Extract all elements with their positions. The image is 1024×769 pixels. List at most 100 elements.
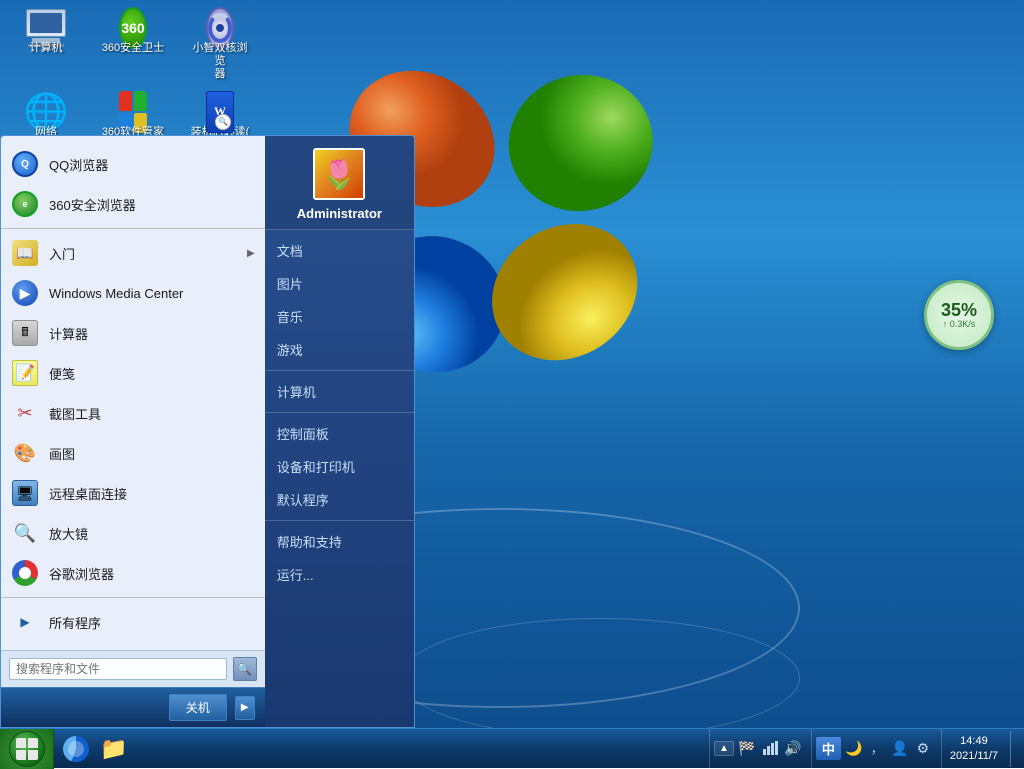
computer-label: 计算机 — [30, 42, 63, 55]
network-icon: 🌐 — [32, 98, 60, 126]
taskbar-explorer[interactable]: 📁 — [96, 732, 132, 766]
remote-icon: 🖥 — [11, 479, 39, 507]
360soft-icon — [119, 98, 147, 126]
start-item-notepad[interactable]: 📝 便笺 — [1, 353, 265, 393]
taskbar: 📁 ▲ 🏁 🔊 — [0, 728, 1024, 768]
snipping-icon: ✂ — [11, 399, 39, 427]
start-item-wmc[interactable]: ▶ Windows Media Center — [1, 273, 265, 313]
right-divider-2 — [265, 412, 414, 413]
tray-clock-section: 14:49 2021/11/7 — [941, 729, 1006, 768]
wmc-label: Windows Media Center — [49, 286, 255, 301]
shutdown-arrow-button[interactable]: ▶ — [235, 696, 255, 720]
right-item-pictures[interactable]: 图片 — [265, 267, 414, 300]
user-avatar[interactable]: 🌷 — [313, 148, 365, 200]
calculator-label: 计算器 — [49, 324, 255, 343]
right-divider-3 — [265, 520, 414, 521]
desktop-icon-360guard[interactable]: 360 360安全卫士 — [97, 10, 169, 86]
computer-icon — [32, 14, 60, 42]
right-item-control-panel[interactable]: 控制面板 — [265, 417, 414, 450]
tray-punctuation-icon: ， — [867, 739, 887, 759]
360-browser-label: 360安全浏览器 — [49, 195, 255, 214]
getting-started-icon: 📖 — [11, 239, 39, 267]
qq-browser-label: QQ浏览器 — [49, 155, 255, 174]
user-name: Administrator — [297, 206, 382, 221]
right-item-run[interactable]: 运行... — [265, 558, 414, 591]
notepad-icon: 📝 — [11, 359, 39, 387]
start-item-qq-browser[interactable]: Q QQ浏览器 — [1, 144, 265, 184]
start-menu-right: 🌷 Administrator 文档 图片 音乐 游戏 计算机 控制面板 设备和… — [265, 136, 414, 727]
qzhi-label: 小智双核浏览 器 — [188, 42, 252, 82]
taskbar-items: 📁 — [54, 732, 701, 766]
360-browser-icon: e — [11, 190, 39, 218]
all-programs-icon: ▶ — [11, 608, 39, 636]
chrome-label: 谷歌浏览器 — [49, 564, 255, 583]
search-input[interactable] — [9, 658, 227, 680]
start-items-list: Q QQ浏览器 e 360安全浏览器 📖 — [1, 136, 265, 650]
remote-label: 远程桌面连接 — [49, 484, 255, 503]
ime-button[interactable]: 中 — [816, 737, 841, 760]
tray-moon-icon[interactable]: 🌙 — [844, 739, 864, 759]
tray-date: 2021/11/7 — [950, 749, 998, 763]
start-menu: Q QQ浏览器 e 360安全浏览器 📖 — [0, 135, 415, 728]
shutdown-button[interactable]: 关机 — [169, 694, 227, 721]
start-divider-1 — [1, 228, 265, 229]
tray-network-icon[interactable] — [760, 739, 780, 759]
right-divider-1 — [265, 370, 414, 371]
system-tray: ▲ 🏁 🔊 中 🌙 ， 👤 ⚙ — [701, 729, 1024, 768]
start-item-snipping[interactable]: ✂ 截图工具 — [1, 393, 265, 433]
tray-notification-area: ▲ 🏁 🔊 — [709, 729, 807, 768]
calculator-icon: 🖩 — [11, 319, 39, 347]
start-menu-left: Q QQ浏览器 e 360安全浏览器 📖 — [1, 136, 265, 727]
network-speed-widget: 35% ↑ 0.3K/s — [924, 280, 994, 350]
tray-ime-section: 中 🌙 ， 👤 ⚙ — [811, 729, 937, 768]
tray-show-more-button[interactable]: ▲ — [714, 741, 734, 756]
search-button[interactable]: 🔍 — [233, 657, 257, 681]
paint-icon: 🎨 — [11, 439, 39, 467]
start-item-remote[interactable]: 🖥 远程桌面连接 — [1, 473, 265, 513]
start-button[interactable] — [0, 729, 54, 769]
right-item-default-programs[interactable]: 默认程序 — [265, 483, 414, 516]
start-user-header: 🌷 Administrator — [265, 136, 414, 230]
chrome-icon — [11, 559, 39, 587]
right-item-help[interactable]: 帮助和支持 — [265, 525, 414, 558]
magnifier-icon: 🔍 — [11, 519, 39, 547]
start-item-magnifier[interactable]: 🔍 放大镜 — [1, 513, 265, 553]
desktop-icon-computer[interactable]: 计算机 — [10, 10, 82, 86]
start-item-all-programs[interactable]: ▶ 所有程序 — [1, 602, 265, 642]
right-item-games[interactable]: 游戏 — [265, 333, 414, 366]
start-item-chrome[interactable]: 谷歌浏览器 — [1, 553, 265, 593]
right-item-computer[interactable]: 计算机 — [265, 375, 414, 408]
start-shutdown-bar: 关机 ▶ — [1, 687, 265, 727]
desktop-icon-row-1: 计算机 360 360安全卫士 小智双核浏览 器 — [10, 10, 256, 86]
net-percent: 35% — [941, 301, 977, 319]
show-desktop-button[interactable] — [1010, 731, 1016, 767]
tray-clock[interactable]: 14:49 2021/11/7 — [946, 734, 1002, 763]
tray-settings-icon[interactable]: ⚙ — [913, 739, 933, 759]
desktop-icon-qzhi-browser[interactable]: 小智双核浏览 器 — [184, 10, 256, 86]
360guard-label: 360安全卫士 — [102, 42, 164, 55]
right-item-documents[interactable]: 文档 — [265, 234, 414, 267]
start-item-calculator[interactable]: 🖩 计算器 — [1, 313, 265, 353]
tray-time: 14:49 — [960, 734, 988, 748]
getting-started-arrow: ▶ — [247, 248, 255, 259]
start-item-getting-started[interactable]: 📖 入门 ▶ — [1, 233, 265, 273]
snipping-label: 截图工具 — [49, 404, 255, 423]
qzhi-icon — [206, 14, 234, 42]
right-item-music[interactable]: 音乐 — [265, 300, 414, 333]
right-item-devices[interactable]: 设备和打印机 — [265, 450, 414, 483]
360guard-icon: 360 — [119, 14, 147, 42]
start-orb — [9, 731, 45, 767]
qq-browser-icon: Q — [11, 150, 39, 178]
desktop: 计算机 360 360安全卫士 小智双核浏览 器 — [0, 0, 1024, 768]
net-speed: ↑ 0.3K/s — [943, 319, 976, 329]
getting-started-label: 入门 — [49, 244, 237, 263]
start-divider-2 — [1, 597, 265, 598]
magnifier-label: 放大镜 — [49, 524, 255, 543]
tray-flag-icon[interactable]: 🏁 — [737, 739, 757, 759]
tray-user-icon[interactable]: 👤 — [890, 739, 910, 759]
taskbar-ie[interactable] — [58, 732, 94, 766]
start-item-360-browser[interactable]: e 360安全浏览器 — [1, 184, 265, 224]
postinstall-icon: W 🔍 — [206, 98, 234, 126]
tray-volume-icon[interactable]: 🔊 — [783, 739, 803, 759]
start-item-paint[interactable]: 🎨 画图 — [1, 433, 265, 473]
